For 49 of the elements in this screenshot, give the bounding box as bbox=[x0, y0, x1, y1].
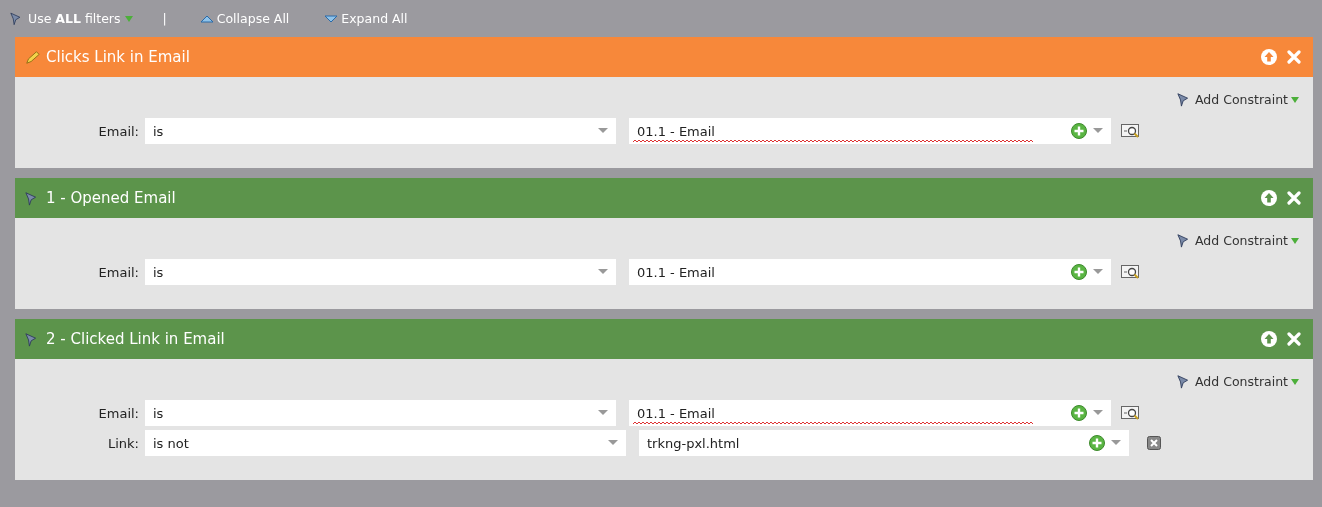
add-icon[interactable] bbox=[1089, 435, 1105, 451]
add-icon[interactable] bbox=[1071, 123, 1087, 139]
value-field[interactable]: 01.1 - Email bbox=[629, 118, 1111, 144]
caret-icon[interactable] bbox=[1291, 378, 1299, 385]
caret-icon[interactable] bbox=[598, 410, 608, 416]
operator-dropdown[interactable]: is bbox=[145, 400, 616, 426]
remove-icon[interactable] bbox=[1147, 436, 1161, 450]
field-label: Email: bbox=[97, 264, 140, 280]
caret-icon[interactable] bbox=[598, 128, 608, 134]
caret-icon[interactable] bbox=[1093, 128, 1103, 134]
move-up-icon[interactable] bbox=[1261, 331, 1277, 347]
caret-icon[interactable] bbox=[598, 269, 608, 275]
operator-dropdown[interactable]: is bbox=[145, 118, 616, 144]
caret-icon[interactable] bbox=[1093, 269, 1103, 275]
caret-icon[interactable] bbox=[1291, 237, 1299, 244]
caret-icon[interactable] bbox=[1291, 96, 1299, 103]
add-constraint-menu[interactable]: Add Constraint bbox=[1177, 91, 1299, 108]
close-icon[interactable] bbox=[1287, 332, 1301, 346]
filter-header[interactable]: 2 - Clicked Link in Email bbox=[15, 319, 1313, 359]
separator: | bbox=[162, 11, 167, 26]
field-label: Email: bbox=[97, 405, 140, 421]
pencil-icon[interactable] bbox=[25, 49, 40, 65]
value-field[interactable]: 01.1 - Email bbox=[629, 259, 1111, 285]
filter-header[interactable]: 1 - Opened Email bbox=[15, 178, 1313, 218]
field-label: Link: bbox=[107, 435, 140, 451]
value-field[interactable]: 01.1 - Email bbox=[629, 400, 1111, 426]
operator-dropdown[interactable]: is not bbox=[145, 430, 626, 456]
add-icon[interactable] bbox=[1071, 405, 1087, 421]
operator-dropdown[interactable]: is bbox=[145, 259, 616, 285]
triangle-up-icon[interactable] bbox=[200, 14, 213, 23]
filter-title: 1 - Opened Email bbox=[46, 189, 177, 207]
close-icon[interactable] bbox=[1287, 50, 1301, 64]
filter-title: Clicks Link in Email bbox=[46, 48, 191, 66]
caret-icon[interactable] bbox=[608, 440, 618, 446]
add-icon[interactable] bbox=[1071, 264, 1087, 280]
caret-icon[interactable] bbox=[1111, 440, 1121, 446]
move-up-icon[interactable] bbox=[1261, 190, 1277, 206]
field-label: Email: bbox=[97, 123, 140, 139]
lookup-icon[interactable] bbox=[1121, 264, 1141, 280]
add-constraint-menu[interactable]: Add Constraint bbox=[1177, 232, 1299, 249]
filter-title: 2 - Clicked Link in Email bbox=[46, 330, 226, 348]
caret-icon[interactable] bbox=[1093, 410, 1103, 416]
close-icon[interactable] bbox=[1287, 191, 1301, 205]
value-field[interactable]: trkng-pxl.html bbox=[639, 430, 1129, 456]
lookup-icon[interactable] bbox=[1121, 123, 1141, 139]
move-up-icon[interactable] bbox=[1261, 49, 1277, 65]
triangle-down-icon[interactable] bbox=[325, 14, 338, 23]
add-constraint-menu[interactable]: Add Constraint bbox=[1177, 373, 1299, 390]
lookup-icon[interactable] bbox=[1121, 405, 1141, 421]
